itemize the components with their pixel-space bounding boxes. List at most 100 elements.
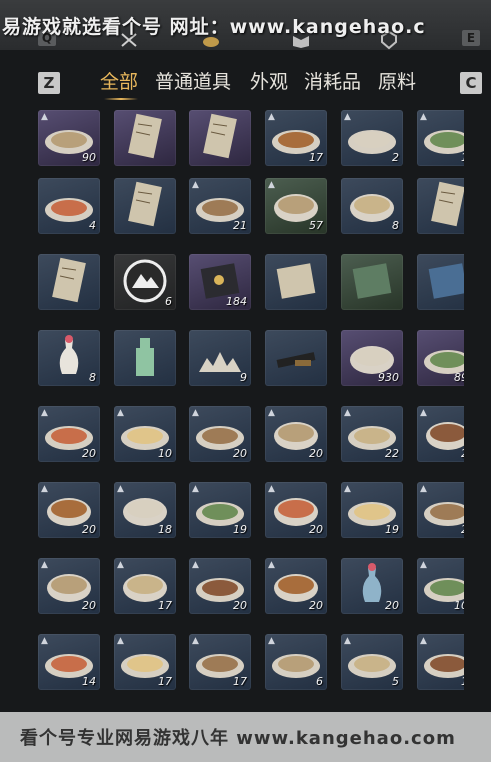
item-count: 2: [392, 151, 399, 164]
inventory-slot[interactable]: ▲ 57: [265, 178, 327, 234]
inventory-slot[interactable]: ▲ 20: [417, 406, 464, 462]
item-count: 184: [226, 295, 247, 308]
grade-badge-icon: ▲: [420, 484, 427, 494]
item-count: 14: [82, 675, 96, 688]
grade-badge-icon: ▲: [117, 408, 124, 418]
inventory-slot[interactable]: 4: [38, 178, 100, 234]
item-count: 13: [461, 151, 464, 164]
inventory-slot[interactable]: ▲ 20: [189, 558, 251, 614]
inventory-slot[interactable]: 8: [38, 330, 100, 386]
item-count: 8: [89, 371, 96, 384]
tab-materials[interactable]: 原料: [378, 68, 416, 96]
inventory-slot[interactable]: ▲ 10: [417, 634, 464, 690]
inventory-slot[interactable]: [38, 254, 100, 310]
grade-badge-icon: ▲: [117, 560, 124, 570]
grade-badge-icon: ▲: [117, 636, 124, 646]
jade-seal-icon: [136, 338, 154, 376]
inventory-slot[interactable]: ▲ 22: [341, 406, 403, 462]
grade-badge-icon: ▲: [420, 408, 427, 418]
grade-badge-icon: ▲: [41, 112, 48, 122]
inventory-slot[interactable]: ▲ 19: [341, 482, 403, 538]
item-count: 10: [461, 675, 464, 688]
item-count: 899: [454, 371, 464, 384]
inventory-slot[interactable]: [265, 330, 327, 386]
inventory-slot[interactable]: 20: [341, 558, 403, 614]
grade-badge-icon: ▲: [192, 180, 199, 190]
grade-badge-icon: ▲: [192, 560, 199, 570]
inventory-slot[interactable]: [265, 254, 327, 310]
inventory-slot[interactable]: ▲ 17: [114, 634, 176, 690]
inventory-slot[interactable]: ▲ 6: [265, 634, 327, 690]
inventory-slot[interactable]: [114, 178, 176, 234]
bottom-watermark: 看个号专业网易游戏八年 www.kangehao.com: [20, 728, 456, 749]
inventory-slot[interactable]: 9: [189, 330, 251, 386]
item-count: 20: [309, 523, 323, 536]
inventory-slot[interactable]: ▲ 19: [189, 482, 251, 538]
item-count: 20: [385, 599, 399, 612]
grade-badge-icon: ▲: [41, 560, 48, 570]
rolled-scroll-icon: [128, 181, 162, 227]
grade-badge-icon: ▲: [344, 484, 351, 494]
grade-badge-icon: ▲: [268, 112, 275, 122]
next-category-key[interactable]: C: [460, 72, 482, 94]
inventory-slot[interactable]: [417, 254, 464, 310]
grade-badge-icon: ▲: [268, 408, 275, 418]
inventory-slot[interactable]: ▲ 13: [417, 110, 464, 166]
inventory-slot[interactable]: ▲ 20: [38, 482, 100, 538]
inventory-slot[interactable]: ▲ 20: [38, 406, 100, 462]
inventory-slot[interactable]: ▲ 20: [417, 482, 464, 538]
tab-appearance[interactable]: 外观: [250, 68, 288, 96]
inventory-slot[interactable]: [417, 178, 464, 234]
inventory-slot[interactable]: ▲ 5: [341, 634, 403, 690]
item-count: 20: [233, 599, 247, 612]
inventory-slot[interactable]: ▲ 21: [189, 178, 251, 234]
item-count: 6: [316, 675, 323, 688]
prev-category-key[interactable]: Z: [38, 72, 60, 94]
inventory-slot[interactable]: ▲ 17: [189, 634, 251, 690]
item-count: 20: [309, 599, 323, 612]
inventory-slot[interactable]: ▲ 17: [265, 110, 327, 166]
inventory-slot[interactable]: [189, 110, 251, 166]
inventory-slot[interactable]: 184: [189, 254, 251, 310]
inventory-slot[interactable]: ▲ 20: [38, 558, 100, 614]
item-count: 20: [461, 447, 464, 460]
letter-scroll-icon: [128, 113, 162, 159]
item-count: 20: [82, 447, 96, 460]
grade-badge-icon: ▲: [268, 484, 275, 494]
inventory-grid: ▲90▲17▲2▲134▲21▲578618489930899▲20▲10▲20…: [34, 108, 464, 696]
item-count: 930: [378, 371, 399, 384]
inventory-slot[interactable]: ▲ 20: [265, 482, 327, 538]
inventory-slot[interactable]: ▲ 17: [114, 558, 176, 614]
inventory-slot[interactable]: [114, 110, 176, 166]
item-count: 20: [82, 523, 96, 536]
inventory-slot[interactable]: ▲ 20: [189, 406, 251, 462]
inventory-slot[interactable]: 8: [341, 178, 403, 234]
inventory-slot[interactable]: ▲ 108: [417, 558, 464, 614]
inventory-slot[interactable]: ▲ 18: [114, 482, 176, 538]
grade-badge-icon: ▲: [420, 636, 427, 646]
grade-badge-icon: ▲: [117, 484, 124, 494]
item-count: 108: [454, 599, 464, 612]
grade-badge-icon: ▲: [41, 636, 48, 646]
inventory-slot[interactable]: 930: [341, 330, 403, 386]
inventory-slot[interactable]: ▲ 20: [265, 406, 327, 462]
tab-consumables[interactable]: 消耗品: [304, 68, 361, 96]
inventory-slot[interactable]: 6: [114, 254, 176, 310]
inventory-slot[interactable]: ▲ 14: [38, 634, 100, 690]
inventory-slot[interactable]: ▲ 90: [38, 110, 100, 166]
inventory-slot[interactable]: [341, 254, 403, 310]
tab-all[interactable]: 全部: [100, 68, 138, 96]
grade-badge-icon: ▲: [268, 636, 275, 646]
inventory-slot[interactable]: 899: [417, 330, 464, 386]
grade-badge-icon: ▲: [41, 408, 48, 418]
item-count: 17: [158, 675, 172, 688]
grade-badge-icon: ▲: [268, 560, 275, 570]
inventory-slot[interactable]: ▲ 20: [265, 558, 327, 614]
inventory-slot[interactable]: ▲ 10: [114, 406, 176, 462]
inventory-slot[interactable]: [114, 330, 176, 386]
item-count: 5: [392, 675, 399, 688]
tab-general-items[interactable]: 普通道具: [155, 68, 231, 96]
item-count: 19: [385, 523, 399, 536]
inventory-slot[interactable]: ▲ 2: [341, 110, 403, 166]
grade-badge-icon: ▲: [344, 636, 351, 646]
